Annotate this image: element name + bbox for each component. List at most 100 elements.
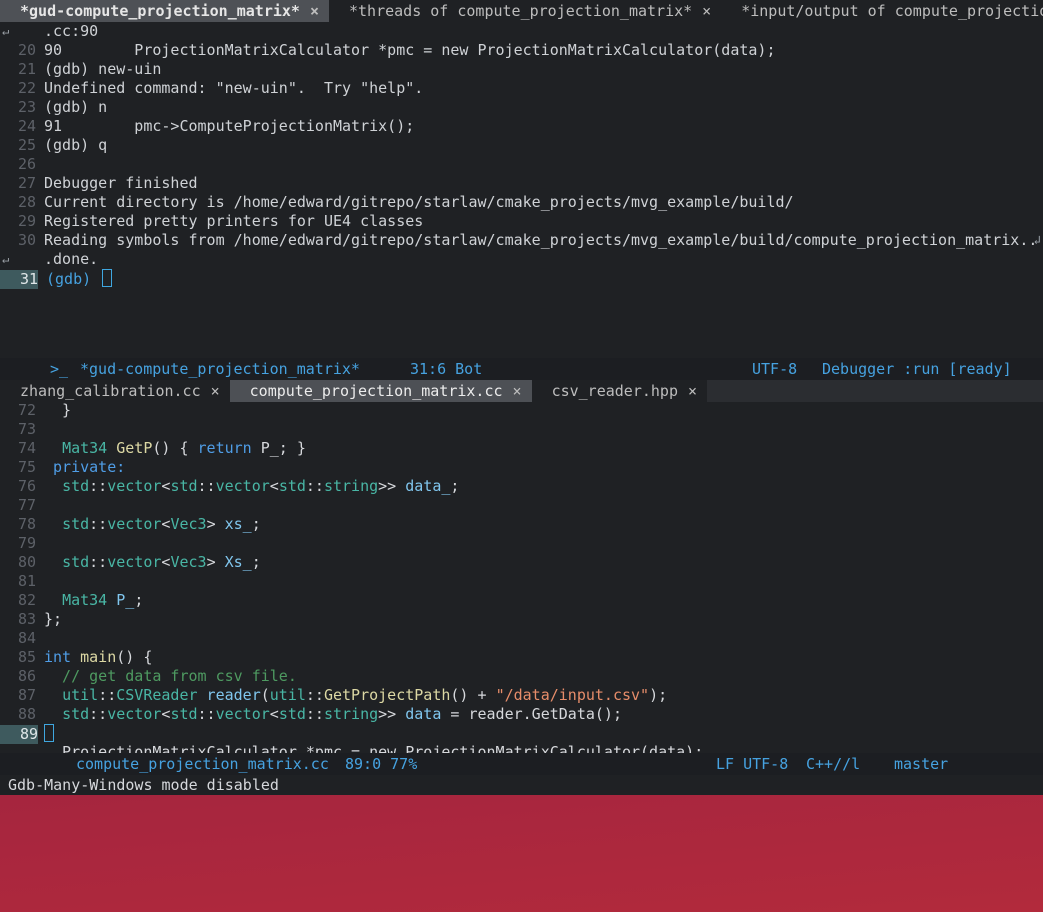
cursor-position: 31:6 Bot	[410, 360, 483, 378]
gud-text: (gdb) n	[44, 98, 108, 116]
code-line: 85 int main() {	[17, 648, 153, 666]
gud-line: 21 (gdb) new-uin	[0, 60, 1043, 79]
tab-compute-projection-matrix[interactable]: compute_projection_matrix.cc ×	[229, 380, 532, 402]
code-line: 74 Mat34 GetP() { return P_; }	[17, 439, 306, 457]
line-number: 30	[17, 231, 36, 249]
gud-line: .done. ↵	[0, 250, 1043, 269]
top-tab-bar: *gud-compute_projection_matrix* × *thread…	[0, 0, 1043, 22]
emacs-frame: *gud-compute_projection_matrix* × *thread…	[0, 0, 1043, 795]
gud-line: 22 Undefined command: "new-uin". Try "hel…	[0, 79, 1043, 98]
gud-line: 20 90 ProjectionMatrixCalculator *pmc = n…	[0, 41, 1043, 60]
line-number: 24	[17, 117, 36, 135]
line-number: 20	[17, 41, 36, 59]
tab-threads[interactable]: *threads of compute_projection_matrix* ×	[329, 0, 722, 22]
terminal-icon: >_	[50, 360, 69, 378]
gud-text: Undefined command: "new-uin". Try "help"…	[44, 79, 424, 97]
line-number: 25	[17, 136, 36, 154]
tab-label: *threads of compute_projection_matrix*	[349, 2, 693, 20]
code-line: 73	[17, 420, 36, 438]
code-line: 81	[17, 572, 36, 590]
gud-line: 31 (gdb)	[0, 269, 1043, 289]
gud-line: 25 (gdb) q	[0, 136, 1043, 155]
tab-label: zhang_calibration.cc	[20, 382, 201, 400]
close-icon[interactable]: ×	[310, 2, 319, 20]
tab-bar-filler	[707, 380, 1043, 402]
bottom-tab-bar: zhang_calibration.cc × compute_projection…	[0, 380, 1043, 402]
gud-line: 28 Current directory is /home/edward/gitr…	[0, 193, 1043, 212]
gud-text: Reading symbols from /home/edward/gitrep…	[44, 231, 1038, 249]
code-line: 75 private:	[17, 458, 126, 476]
gud-text: .done.	[44, 250, 99, 268]
gud-line: .cc:90 ↵	[0, 22, 1043, 41]
line-number: 21	[17, 60, 36, 78]
gud-text: Debugger finished	[44, 174, 198, 192]
eol-encoding[interactable]: LF UTF-8	[716, 753, 788, 775]
gud-text: Registered pretty printers for UE4 class…	[44, 212, 424, 230]
code-line: 88 std::vector<std::vector<std::string>>…	[17, 705, 622, 723]
text-cursor	[44, 724, 54, 742]
tab-label: csv_reader.hpp	[551, 382, 678, 400]
line-number: 29	[17, 212, 36, 230]
code-line: 86 // get data from csv file.	[17, 667, 297, 685]
gud-line: 24 91 pmc->ComputeProjectionMatrix();	[0, 117, 1043, 136]
code-line: 82 Mat34 P_;	[17, 591, 144, 609]
buffer-name[interactable]: *gud-compute_projection_matrix*	[80, 358, 360, 380]
wrap-arrow-icon: ↲	[1033, 233, 1041, 247]
code-line: 72 }	[17, 401, 72, 419]
tab-zhang-calibration[interactable]: zhang_calibration.cc ×	[0, 380, 230, 402]
gud-text: (gdb) q	[44, 136, 108, 154]
gud-text	[36, 155, 44, 173]
close-icon[interactable]: ×	[688, 382, 697, 400]
code-line: 83};	[17, 610, 63, 628]
cursor-position: 89:0 77%	[345, 755, 418, 773]
close-icon[interactable]: ×	[211, 382, 220, 400]
gud-text: .cc:90	[44, 22, 99, 40]
major-mode[interactable]: Debugger :run [ready]	[822, 358, 1012, 380]
tab-input-output[interactable]: *input/output of compute_projectio	[721, 0, 1043, 22]
tab-gud[interactable]: *gud-compute_projection_matrix* ×	[0, 0, 329, 22]
text-cursor	[102, 269, 113, 287]
encoding[interactable]: UTF-8	[752, 358, 797, 380]
gud-text: 90 ProjectionMatrixCalculator *pmc = new…	[44, 41, 776, 59]
tab-label: compute_projection_matrix.cc	[249, 382, 503, 400]
gud-text: Current directory is /home/edward/gitrep…	[44, 193, 794, 211]
close-icon[interactable]: ×	[702, 2, 711, 20]
major-mode[interactable]: C++//l	[806, 753, 860, 775]
echo-area: Gdb-Many-Windows mode disabled	[0, 775, 1043, 795]
gud-pane[interactable]: .cc:90 ↵ 20 90 ProjectionMatrixCalculator *…	[0, 22, 1043, 358]
line-number: 27	[17, 174, 36, 192]
code-line: 80 std::vector<Vec3> Xs_;	[17, 553, 261, 571]
line-number: 31	[0, 270, 38, 289]
line-number: 28	[17, 193, 36, 211]
file-name[interactable]: compute_projection_matrix.cc	[76, 753, 329, 775]
gud-line: 29 Registered pretty printers for UE4 cla…	[0, 212, 1043, 231]
tab-label: *input/output of compute_projectio	[741, 2, 1043, 20]
code-mode-line: compute_projection_matrix.cc 89:0 77% LF…	[0, 753, 1043, 794]
code-line: 76 std::vector<std::vector<std::string>>…	[17, 477, 460, 495]
gud-line: 26	[0, 155, 1043, 174]
wrap-arrow-icon: ↵	[2, 252, 10, 266]
gud-text: (gdb)	[46, 270, 101, 288]
gud-text: 91 pmc->ComputeProjectionMatrix();	[44, 117, 415, 135]
code-line: 78 std::vector<Vec3> xs_;	[17, 515, 261, 533]
code-line: 87 util::CSVReader reader(util::GetProje…	[17, 686, 668, 704]
code-editor[interactable]: 72 } 73 74 Mat34 GetP() { return P_; } 7…	[0, 401, 1043, 753]
code-line-current: 89	[0, 724, 1043, 744]
line-number: 23	[17, 98, 36, 116]
tab-csv-reader[interactable]: csv_reader.hpp ×	[531, 380, 708, 402]
code-line-partial: ProjectionMatrixCalculator *pmc = new Pr…	[44, 743, 704, 753]
gud-line: 27 Debugger finished	[0, 174, 1043, 193]
close-icon[interactable]: ×	[513, 382, 522, 400]
line-number: 26	[17, 155, 36, 173]
gud-mode-line: >_ *gud-compute_projection_matrix* 31:6 …	[0, 358, 1043, 397]
code-line: 77	[17, 496, 36, 514]
git-branch[interactable]: master	[894, 753, 948, 775]
code-line: 79	[17, 534, 36, 552]
gud-line: 23 (gdb) n	[0, 98, 1043, 117]
line-number: 22	[17, 79, 36, 97]
gud-line: 30 Reading symbols from /home/edward/gitr…	[0, 231, 1043, 250]
wrap-arrow-icon: ↵	[2, 24, 10, 38]
gud-text: (gdb) new-uin	[44, 60, 162, 78]
code-line: 84	[17, 629, 36, 647]
tab-label: *gud-compute_projection_matrix*	[20, 2, 300, 20]
